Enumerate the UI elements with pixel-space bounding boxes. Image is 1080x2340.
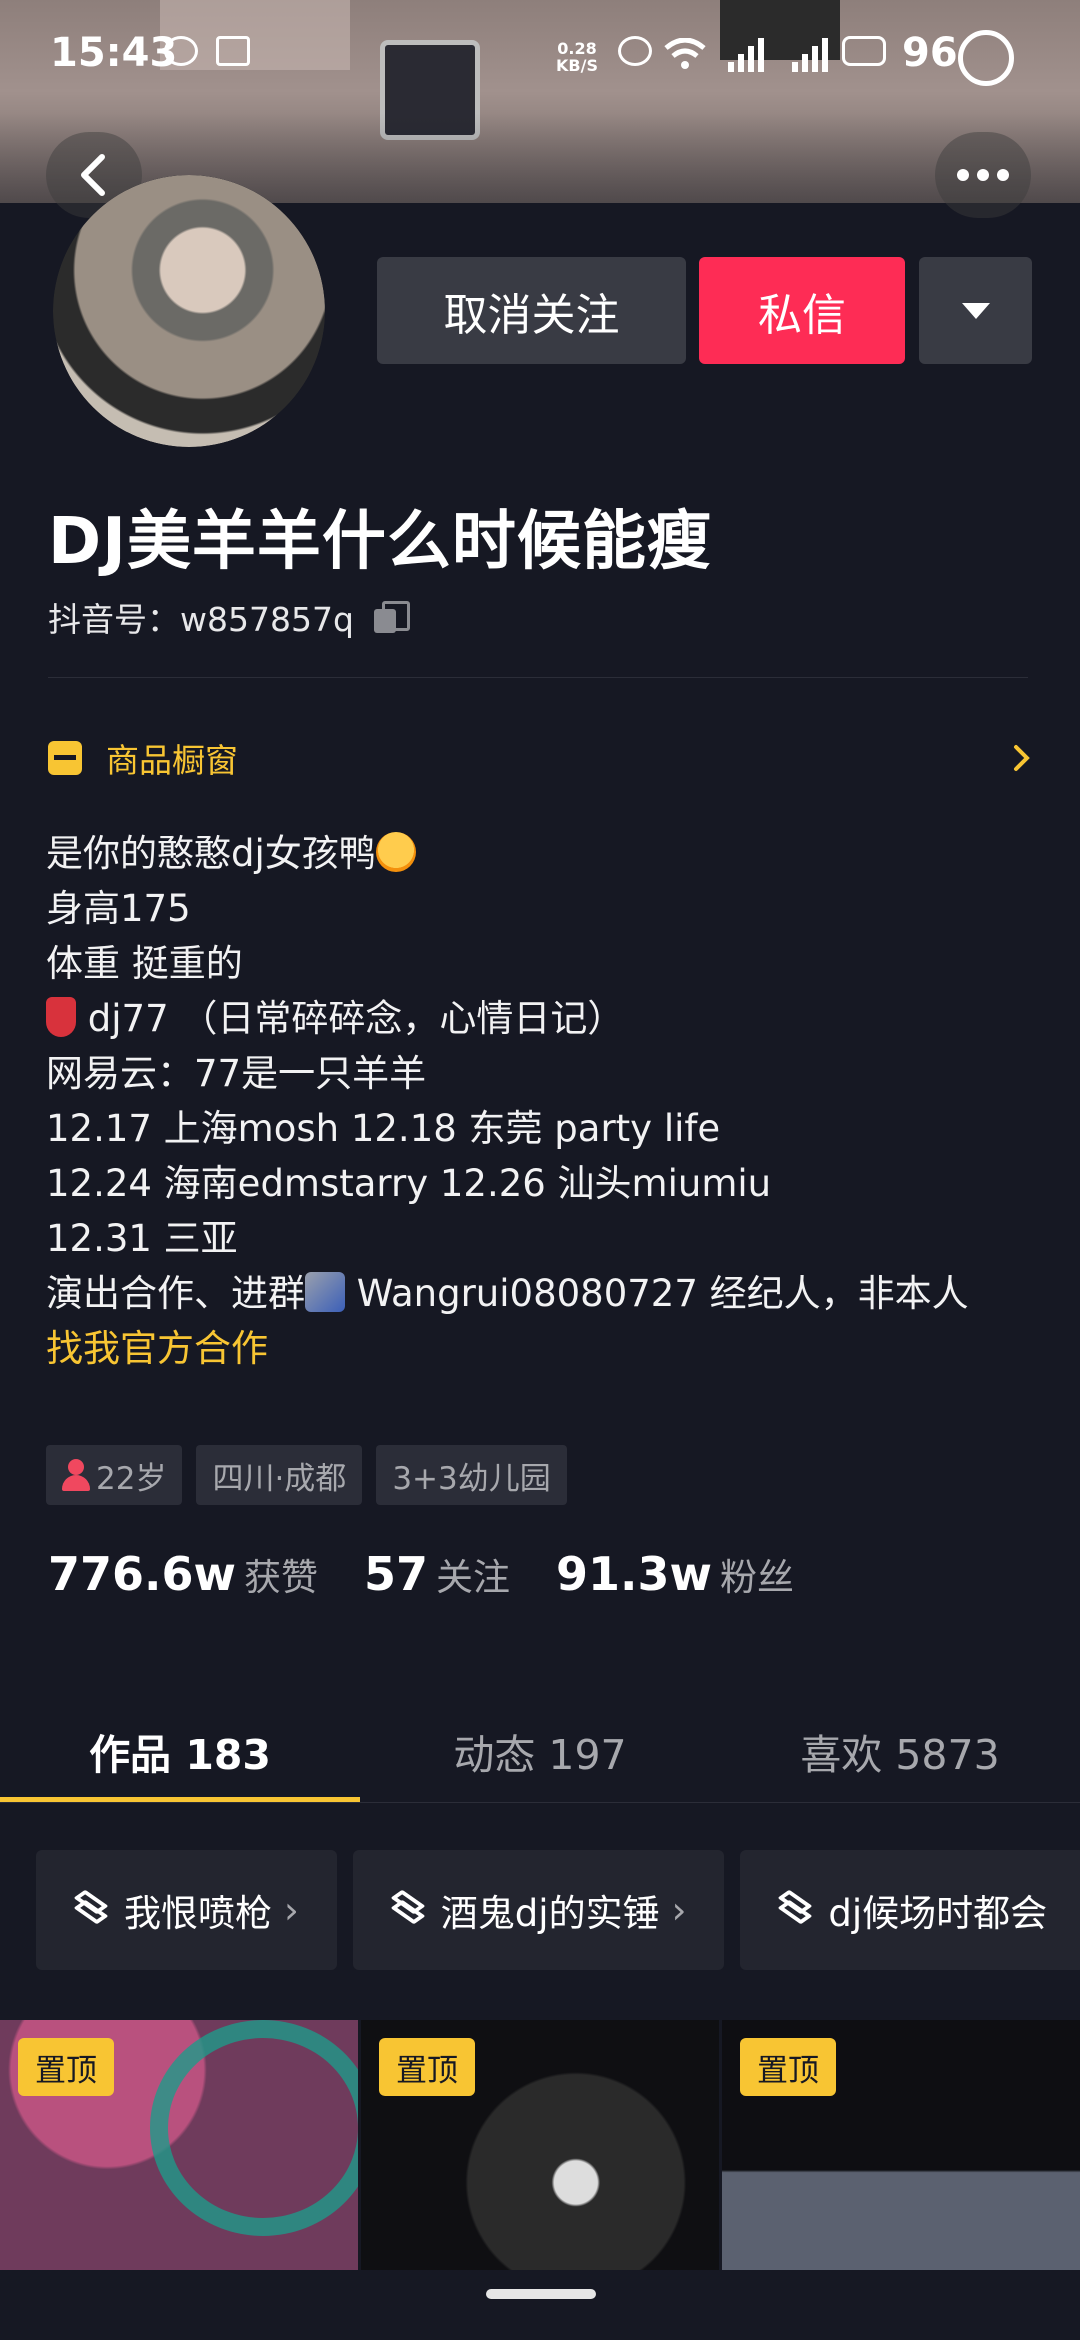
female-icon [62, 1459, 90, 1491]
collection-label: dj候场时都会 [828, 1892, 1048, 1935]
copy-icon[interactable] [373, 601, 410, 633]
collection-label: 酒鬼dj的实锤 [440, 1892, 660, 1935]
collection-item[interactable]: 酒鬼dj的实锤 › [352, 1850, 725, 1970]
more-actions-dropdown[interactable] [919, 257, 1032, 364]
bio-line: 身高175 [46, 887, 191, 930]
bio-text: dj77 （日常碎碎念，心情日记） [87, 997, 625, 1040]
stack-icon [777, 1889, 813, 1925]
collection-item[interactable]: dj候场时都会 [740, 1850, 1080, 1970]
bio-line: 体重 挺重的 [46, 942, 243, 985]
bio-line: 12.31 三亚 [46, 1217, 238, 1260]
official-cooperation-link[interactable]: 找我官方合作 [46, 1321, 1036, 1376]
more-options-button[interactable] [935, 132, 1031, 218]
profile-stats: 776.6w 获赞 57 关注 91.3w 粉丝 [48, 1547, 840, 1601]
school-tag: 3+3幼儿园 [376, 1445, 567, 1505]
net-speed: 0.28 KB/S [556, 40, 598, 74]
pinned-badge: 置顶 [379, 2038, 475, 2096]
tabs-divider [0, 1802, 1080, 1803]
more-dots-icon [957, 169, 1009, 181]
douyin-id-row[interactable]: 抖音号：w857857q [48, 593, 410, 641]
avatar[interactable] [53, 175, 325, 447]
pinned-badge: 置顶 [18, 2038, 114, 2096]
location-tag: 四川·成都 [196, 1445, 363, 1505]
bio-line: 12.17 上海mosh 12.18 东莞 party life [46, 1107, 721, 1150]
divider [48, 677, 1028, 678]
bio-line: dj77 （日常碎碎念，心情日记） [46, 991, 1036, 1046]
net-speed-value: 0.28 [557, 39, 597, 58]
chevron-right-icon: › [284, 1888, 299, 1932]
status-time: 15:43 [50, 30, 178, 76]
bio-text: Wangrui08080727 经纪人，非本人 [345, 1272, 969, 1315]
alarm-icon [618, 36, 652, 66]
age-text: 22岁 [96, 1460, 167, 1497]
likes-count: 776.6w [48, 1547, 236, 1601]
net-speed-unit: KB/S [556, 56, 598, 75]
shop-icon [48, 741, 82, 775]
avatar-photo [53, 175, 325, 447]
bio: 是你的憨憨dj女孩鸭 身高175 体重 挺重的 dj77 （日常碎碎念，心情日记… [46, 826, 1036, 1376]
battery-icon [958, 30, 1014, 86]
followers-label[interactable]: 粉丝 [720, 1547, 794, 1601]
collections-row: 我恨喷枪 › 酒鬼dj的实锤 › dj候场时都会 [36, 1850, 1080, 1970]
following-label[interactable]: 关注 [436, 1547, 510, 1601]
shop-window-label: 商品橱窗 [106, 741, 238, 780]
followers-count[interactable]: 91.3w [556, 1547, 712, 1601]
bio-line: 12.24 海南edmstarry 12.26 汕头miumiu [46, 1162, 772, 1205]
wifi-icon [664, 38, 706, 69]
collection-item[interactable]: 我恨喷枪 › [36, 1850, 337, 1970]
satellite-icon [305, 1272, 345, 1312]
dropdown-triangle-icon [961, 302, 990, 319]
bio-line: 网易云：77是一只羊羊 [46, 1052, 427, 1095]
signal-4g-icon [792, 38, 828, 72]
hd-call-icon [842, 36, 886, 66]
collection-label: 我恨喷枪 [124, 1892, 272, 1935]
smiling-face-with-hearts-icon [375, 832, 416, 872]
chevron-right-icon: › [671, 1888, 687, 1932]
shop-window-row[interactable]: 商品橱窗 [48, 733, 1032, 783]
bio-line: 演出合作、进群 Wangrui08080727 经纪人，非本人 [46, 1266, 1036, 1321]
bio-text: 演出合作、进群 [46, 1272, 305, 1315]
bio-text: 是你的憨憨dj女孩鸭 [46, 832, 376, 875]
battery-level: 96 [902, 30, 958, 76]
back-arrow-icon [81, 154, 105, 196]
tab-likes[interactable]: 喜欢 5873 [720, 1700, 1080, 1802]
video-thumbnail[interactable]: 置顶 [722, 2020, 1080, 2270]
stack-icon [390, 1889, 426, 1925]
message-button[interactable]: 私信 [699, 257, 905, 364]
bio-line: 是你的憨憨dj女孩鸭 [46, 826, 1036, 881]
content-tabs: 作品 183 动态 197 喜欢 5873 [0, 1700, 1080, 1802]
stack-icon [73, 1889, 109, 1925]
following-count[interactable]: 57 [364, 1547, 428, 1601]
status-bar: 15:43 0.28 KB/S 96 [0, 0, 1080, 115]
chevron-right-icon [1014, 745, 1030, 771]
video-thumbnail[interactable]: 置顶 [0, 2020, 358, 2270]
likes-label: 获赞 [244, 1556, 318, 1599]
hashtag-icon [216, 36, 250, 66]
pinned-badge: 置顶 [740, 2038, 836, 2096]
video-grid: 置顶 置顶 置顶 [0, 2020, 1080, 2270]
signal-5g-icon [728, 38, 764, 72]
profile-name: DJ美羊羊什么时候能瘦 [48, 505, 712, 579]
tab-moments[interactable]: 动态 197 [360, 1700, 720, 1802]
tab-works[interactable]: 作品 183 [0, 1700, 360, 1802]
video-thumbnail[interactable]: 置顶 [361, 2020, 719, 2270]
ribbon-icon [46, 997, 76, 1037]
weibo-icon [164, 36, 198, 66]
profile-tags: 22岁 四川·成都 3+3幼儿园 [46, 1445, 567, 1505]
home-indicator[interactable] [486, 2289, 596, 2299]
douyin-id: 抖音号：w857857q [48, 600, 354, 639]
unfollow-button[interactable]: 取消关注 [377, 257, 686, 364]
age-tag: 22岁 [46, 1445, 183, 1505]
